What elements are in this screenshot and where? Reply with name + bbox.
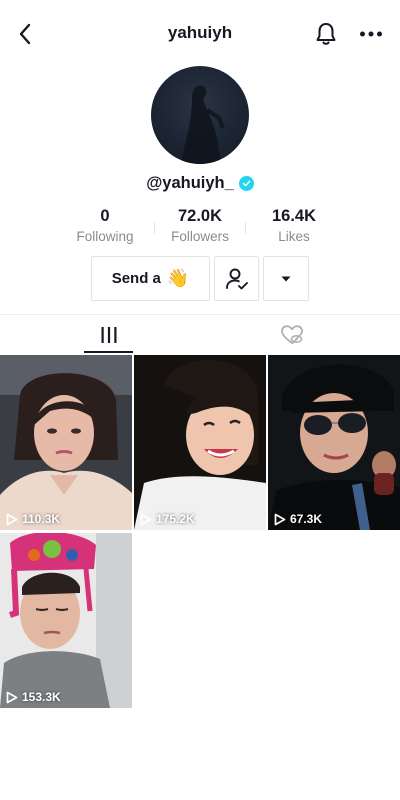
view-count: 175.2K <box>140 512 195 526</box>
profile-avatar[interactable] <box>151 66 249 164</box>
stat-divider <box>245 222 246 234</box>
view-count: 110.3K <box>6 512 60 526</box>
view-count-value: 110.3K <box>22 512 61 526</box>
video-thumbnail <box>134 355 266 530</box>
tabs-divider <box>0 314 400 315</box>
send-wave-button[interactable]: Send a 👋 <box>91 256 210 301</box>
heart-hidden-icon <box>281 325 303 345</box>
video-thumbnail <box>0 355 132 530</box>
view-count: 153.3K <box>6 690 61 704</box>
stat-value: 0 <box>100 207 110 225</box>
grid-bars-icon <box>101 327 116 343</box>
avatar-silhouette <box>181 85 225 164</box>
play-icon <box>6 513 18 525</box>
stat-label: Followers <box>171 229 229 244</box>
top-bar: yahuiyh <box>0 0 400 68</box>
verified-badge-icon <box>238 175 254 191</box>
profile-actions: Send a 👋 <box>0 256 400 301</box>
handle-row: @yahuiyh_ <box>0 172 400 194</box>
profile-stats: 0 Following 72.0K Followers 16.4K Likes <box>0 206 400 246</box>
stat-value: 16.4K <box>271 207 317 225</box>
play-icon <box>274 513 286 525</box>
view-count-value: 153.3K <box>22 690 61 704</box>
stat-following[interactable]: 0 Following <box>60 206 150 246</box>
notifications-button[interactable] <box>312 20 340 48</box>
play-icon <box>140 513 152 525</box>
bell-icon <box>316 23 336 45</box>
stat-label: Following <box>76 229 134 244</box>
profile-handle: @yahuiyh_ <box>146 173 234 192</box>
page-title: yahuiyh <box>167 23 233 42</box>
more-options-button[interactable] <box>357 20 385 48</box>
play-icon <box>6 691 18 703</box>
view-count: 67.3K <box>274 512 322 526</box>
video-thumbnail <box>268 355 400 530</box>
active-tab-indicator <box>84 351 133 353</box>
stat-divider <box>154 222 155 234</box>
stat-label: Likes <box>278 229 310 244</box>
friends-button[interactable] <box>214 256 259 301</box>
video-tile[interactable]: 67.3K <box>268 355 400 530</box>
send-button-label: Send a <box>111 270 161 287</box>
person-check-icon <box>225 268 248 289</box>
more-actions-dropdown[interactable] <box>263 256 309 301</box>
tab-videos[interactable] <box>84 315 133 355</box>
video-tile[interactable]: 175.2K <box>134 355 266 530</box>
waving-hand-icon: 👋 <box>166 268 190 288</box>
view-count-value: 67.3K <box>290 512 323 526</box>
stat-followers[interactable]: 72.0K Followers <box>155 206 245 246</box>
view-count-value: 175.2K <box>156 512 195 526</box>
stat-value: 72.0K <box>177 207 223 225</box>
video-tile[interactable]: 110.3K <box>0 355 132 530</box>
tab-liked[interactable] <box>266 315 318 355</box>
more-horizontal-icon <box>360 31 382 37</box>
stat-likes[interactable]: 16.4K Likes <box>249 206 339 246</box>
video-tile[interactable]: 153.3K <box>0 533 132 708</box>
video-thumbnail <box>0 533 132 708</box>
caret-down-icon <box>281 276 291 281</box>
